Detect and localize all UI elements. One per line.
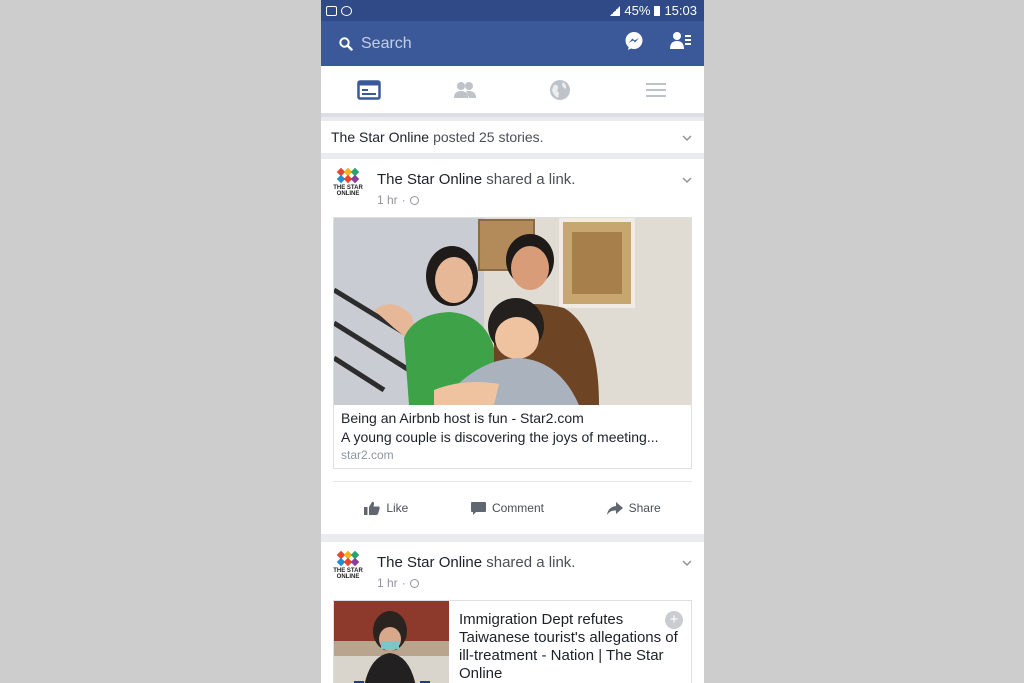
post-time[interactable]: 1 hr xyxy=(377,576,398,590)
post-action: shared a link. xyxy=(486,171,576,188)
chevron-down-icon[interactable] xyxy=(682,129,692,142)
link-title[interactable]: Immigration Dept refutes Taiwanese touri… xyxy=(459,611,678,682)
status-bar: 45% 15:03 xyxy=(321,0,704,21)
post-author[interactable]: The Star Online xyxy=(377,554,482,571)
messenger-icon[interactable] xyxy=(624,31,644,56)
hamburger-menu-icon xyxy=(646,82,667,97)
link-title[interactable]: Being an Airbnb host is fun - Star2.com xyxy=(341,410,684,426)
battery-icon xyxy=(654,5,661,16)
tab-menu[interactable] xyxy=(608,66,704,113)
tab-news-feed[interactable] xyxy=(321,66,417,113)
friends-icon xyxy=(453,81,476,98)
tab-friends[interactable] xyxy=(417,66,513,113)
post-options-chevron-icon[interactable] xyxy=(682,554,692,567)
news-feed-icon xyxy=(357,79,381,100)
globe-icon xyxy=(550,79,571,100)
thumbs-up-icon xyxy=(364,501,380,515)
gallery-notification-icon xyxy=(326,5,337,16)
feed-post: THE STAR ONLINE The Star Online shared a… xyxy=(321,159,704,534)
public-globe-icon xyxy=(409,195,419,205)
friend-requests-icon[interactable] xyxy=(670,31,692,56)
avatar-logo-text: THE STAR ONLINE xyxy=(333,568,363,580)
tab-bar xyxy=(321,66,704,117)
notice-page-name[interactable]: The Star Online xyxy=(331,129,429,145)
top-bar: Search xyxy=(321,21,704,66)
notice-text: posted 25 stories. xyxy=(433,129,544,145)
post-author[interactable]: The Star Online xyxy=(377,171,482,188)
feed-post: THE STAR ONLINE The Star Online shared a… xyxy=(321,542,704,683)
share-button[interactable]: Share xyxy=(606,501,661,515)
tab-notifications[interactable] xyxy=(513,66,609,113)
page-avatar[interactable]: THE STAR ONLINE xyxy=(333,550,363,592)
like-label: Like xyxy=(386,501,409,515)
share-label: Share xyxy=(628,501,661,515)
comment-icon xyxy=(470,501,486,515)
phone-screen: 45% 15:03 Search The Star Online posted … xyxy=(321,0,704,683)
post-actions: Like Comment Share xyxy=(333,481,692,534)
post-time[interactable]: 1 hr xyxy=(377,193,398,207)
save-plus-icon[interactable]: + xyxy=(665,611,683,629)
public-globe-icon xyxy=(409,578,419,588)
link-description: A young couple is discovering the joys o… xyxy=(341,429,659,445)
search-placeholder: Search xyxy=(361,34,412,52)
share-arrow-icon xyxy=(606,501,623,515)
whatsapp-notification-icon xyxy=(341,5,352,16)
link-domain: star2.com xyxy=(341,448,394,462)
search-input[interactable]: Search xyxy=(339,35,624,53)
post-action: shared a link. xyxy=(486,554,576,571)
comment-button[interactable]: Comment xyxy=(470,501,544,515)
link-thumbnail[interactable] xyxy=(334,601,449,683)
comment-label: Comment xyxy=(491,501,544,515)
stories-notice[interactable]: The Star Online posted 25 stories. xyxy=(321,121,704,153)
link-card[interactable]: Being an Airbnb host is fun - Star2.com … xyxy=(333,217,692,469)
page-avatar[interactable]: THE STAR ONLINE xyxy=(333,167,363,209)
like-button[interactable]: Like xyxy=(364,501,408,515)
search-icon xyxy=(339,36,353,51)
battery-percent: 45% xyxy=(624,3,651,18)
link-card[interactable]: Immigration Dept refutes Taiwanese touri… xyxy=(333,600,692,683)
post-options-chevron-icon[interactable] xyxy=(682,171,692,184)
signal-icon xyxy=(610,5,621,16)
clock: 15:03 xyxy=(664,3,697,18)
avatar-logo-text: THE STAR ONLINE xyxy=(333,185,363,197)
link-photo[interactable] xyxy=(334,218,691,405)
